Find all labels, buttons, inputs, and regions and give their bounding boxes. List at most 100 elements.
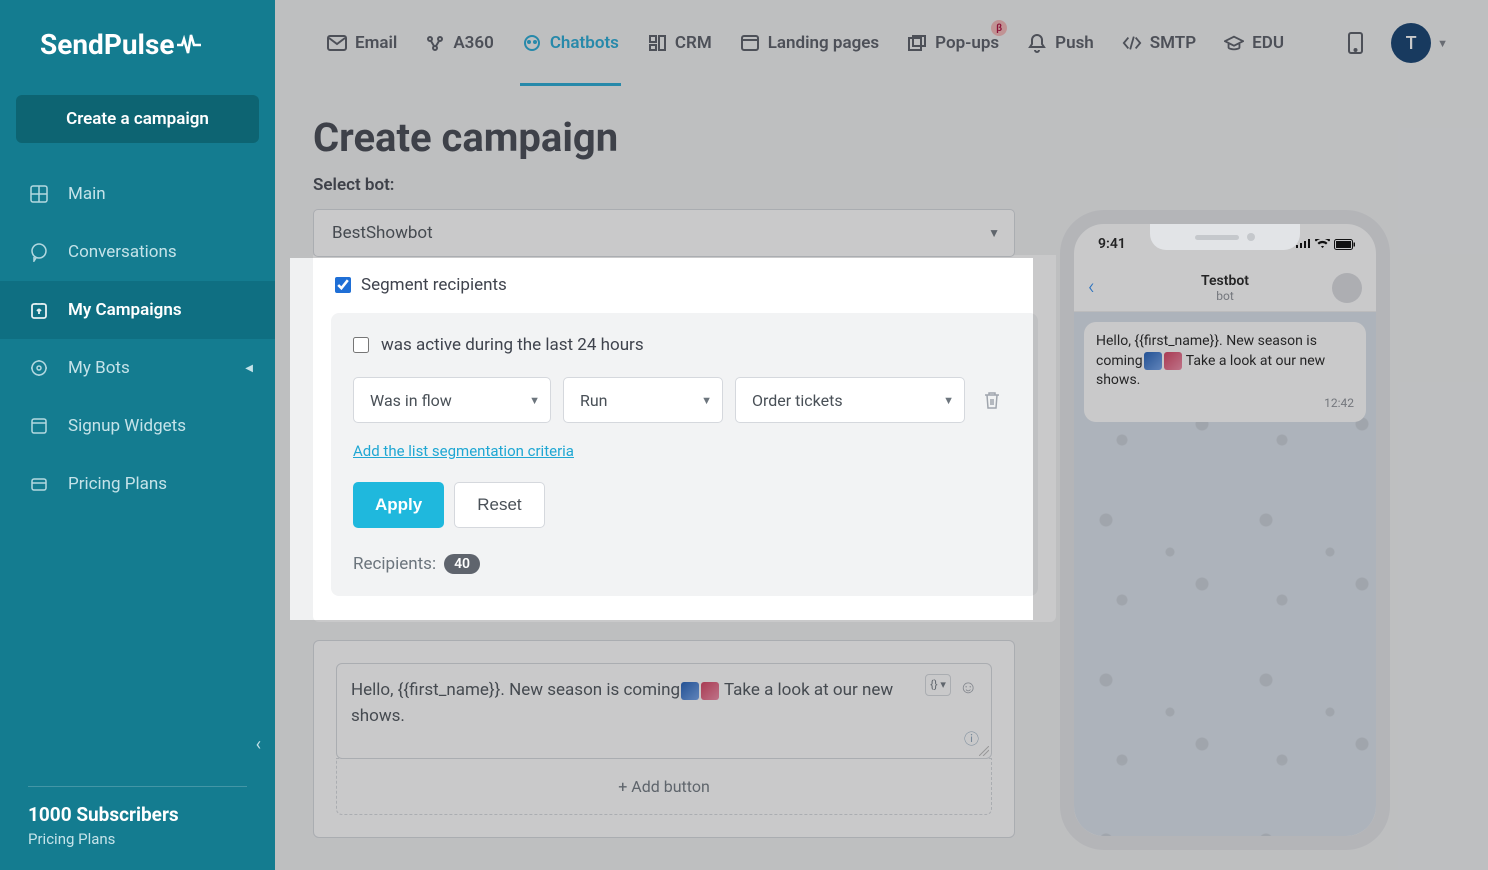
user-avatar[interactable]: T <box>1391 23 1431 63</box>
delete-condition-button[interactable] <box>983 390 1007 410</box>
insert-variable-button[interactable]: {} ▾ <box>925 674 951 696</box>
phone-status-icons <box>1295 239 1356 250</box>
popups-icon <box>907 33 927 53</box>
nav-label: Push <box>1055 33 1094 53</box>
nav-label: Chatbots <box>550 33 619 53</box>
sidebar-item-label: Main <box>68 184 106 204</box>
info-icon[interactable]: ⓘ <box>964 728 979 751</box>
chatbots-icon <box>522 33 542 53</box>
dropdown-value: Was in flow <box>370 391 452 410</box>
phone-notch <box>1150 224 1300 250</box>
condition-value-dropdown[interactable]: Order tickets ▼ <box>735 377 965 423</box>
sidebar-item-label: Pricing Plans <box>68 474 167 494</box>
sidebar: SendPulse Create a campaign Main Convers… <box>0 0 275 870</box>
sidebar-item-main[interactable]: Main <box>0 165 275 223</box>
segment-recipients-label: Segment recipients <box>361 275 507 295</box>
topnav: Email A360 Chatbots CRM Landing pages Po… <box>275 0 1488 86</box>
sidebar-item-label: My Bots <box>68 358 130 378</box>
nav-chatbots[interactable]: Chatbots <box>508 0 633 86</box>
subscriber-count: 1000 Subscribers <box>28 803 247 826</box>
push-icon <box>1027 33 1047 53</box>
avatar-caret-icon[interactable]: ▼ <box>1437 37 1448 50</box>
sidebar-item-my-campaigns[interactable]: My Campaigns <box>0 281 275 339</box>
grid-icon <box>28 183 50 205</box>
sidebar-item-my-bots[interactable]: My Bots ◀ <box>0 339 275 397</box>
bots-icon <box>28 357 50 379</box>
nav-label: EDU <box>1252 33 1284 53</box>
condition-field-dropdown[interactable]: Was in flow ▼ <box>353 377 551 423</box>
nav-label: A360 <box>453 33 493 53</box>
nav-edu[interactable]: EDU <box>1210 0 1298 86</box>
emoji-2 <box>701 682 719 700</box>
reset-button[interactable]: Reset <box>454 482 544 528</box>
condition-operator-dropdown[interactable]: Run▼ <box>563 377 723 423</box>
preview-message-bubble: Hello, {{first_name}}. New season is com… <box>1084 322 1366 422</box>
nav-push[interactable]: Push <box>1013 0 1108 86</box>
nav-label: Pop-ups <box>935 33 999 53</box>
segment-recipients-checkbox[interactable] <box>335 277 351 293</box>
apply-button[interactable]: Apply <box>353 482 444 528</box>
chevron-down-icon: ▼ <box>529 394 540 407</box>
crm-icon <box>647 33 667 53</box>
nav-email[interactable]: Email <box>313 0 411 86</box>
message-textarea[interactable]: Hello, {{first_name}}. New season is com… <box>336 663 992 759</box>
emoji-1 <box>681 682 699 700</box>
dropdown-value: Order tickets <box>752 391 843 410</box>
sidebar-nav: Main Conversations My Campaigns My Bots … <box>0 155 275 786</box>
sidebar-item-label: My Campaigns <box>68 300 182 320</box>
chevron-left-icon: ◀ <box>245 363 253 374</box>
nav-label: SMTP <box>1150 33 1196 53</box>
segment-conditions: was active during the last 24 hours Was … <box>331 313 1038 596</box>
logo: SendPulse <box>0 0 275 83</box>
emoji-picker-button[interactable]: ☺ <box>959 674 981 696</box>
page-title: Create campaign <box>313 114 1450 161</box>
chevron-down-icon: ▼ <box>943 394 954 407</box>
segment-recipients-panel: Segment recipients was active during the… <box>313 255 1056 622</box>
message-text-before: Hello, {{first_name}}. New season is com… <box>351 680 680 700</box>
sidebar-item-signup-widgets[interactable]: Signup Widgets <box>0 397 275 455</box>
brand-name: SendPulse <box>40 28 174 61</box>
select-bot-dropdown[interactable]: BestShowbot ▼ <box>313 209 1015 257</box>
recipients-count-badge: 40 <box>444 554 480 574</box>
nav-label: Email <box>355 33 397 53</box>
resize-handle[interactable] <box>979 746 989 756</box>
recipients-label: Recipients: <box>353 554 436 574</box>
chevron-down-icon: ▼ <box>988 226 1000 240</box>
select-bot-label: Select bot: <box>313 175 1450 195</box>
pulse-icon <box>176 34 202 56</box>
nav-a360[interactable]: A360 <box>411 0 507 86</box>
widget-icon <box>28 415 50 437</box>
phone-back-button[interactable]: ‹ <box>1088 275 1095 300</box>
sidebar-item-label: Conversations <box>68 242 177 262</box>
pricing-plans-link[interactable]: Pricing Plans <box>28 830 247 848</box>
nav-label: CRM <box>675 33 712 53</box>
collapse-sidebar-button[interactable]: ‹ <box>250 728 267 761</box>
chevron-down-icon: ▼ <box>701 394 712 407</box>
beta-badge: β <box>991 20 1007 36</box>
nav-label: Landing pages <box>768 33 879 53</box>
message-panel: Hello, {{first_name}}. New season is com… <box>313 640 1015 838</box>
add-button-button[interactable]: + Add button <box>336 758 992 815</box>
selected-bot-value: BestShowbot <box>332 223 433 243</box>
active-24h-checkbox[interactable] <box>353 337 369 353</box>
phone-chat-body: Hello, {{first_name}}. New season is com… <box>1074 312 1376 836</box>
phone-chat-header: ‹ Testbot bot <box>1074 264 1376 312</box>
add-segmentation-criteria-link[interactable]: Add the list segmentation criteria <box>353 442 574 460</box>
nav-crm[interactable]: CRM <box>633 0 726 86</box>
edu-icon <box>1224 33 1244 53</box>
preview-msg-time: 12:42 <box>1096 395 1354 412</box>
mobile-icon[interactable] <box>1348 32 1363 54</box>
sidebar-item-label: Signup Widgets <box>68 416 186 436</box>
create-campaign-button[interactable]: Create a campaign <box>16 95 259 143</box>
emoji-1 <box>1144 352 1162 370</box>
sidebar-item-pricing-plans[interactable]: Pricing Plans <box>0 455 275 513</box>
phone-bot-avatar <box>1332 273 1362 303</box>
nav-popups[interactable]: Pop-ups β <box>893 0 1013 86</box>
campaigns-icon <box>28 299 50 321</box>
nav-landing-pages[interactable]: Landing pages <box>726 0 893 86</box>
sidebar-item-conversations[interactable]: Conversations <box>0 223 275 281</box>
landingpages-icon <box>740 33 760 53</box>
smtp-icon <box>1122 33 1142 53</box>
nav-smtp[interactable]: SMTP <box>1108 0 1210 86</box>
chat-icon <box>28 241 50 263</box>
